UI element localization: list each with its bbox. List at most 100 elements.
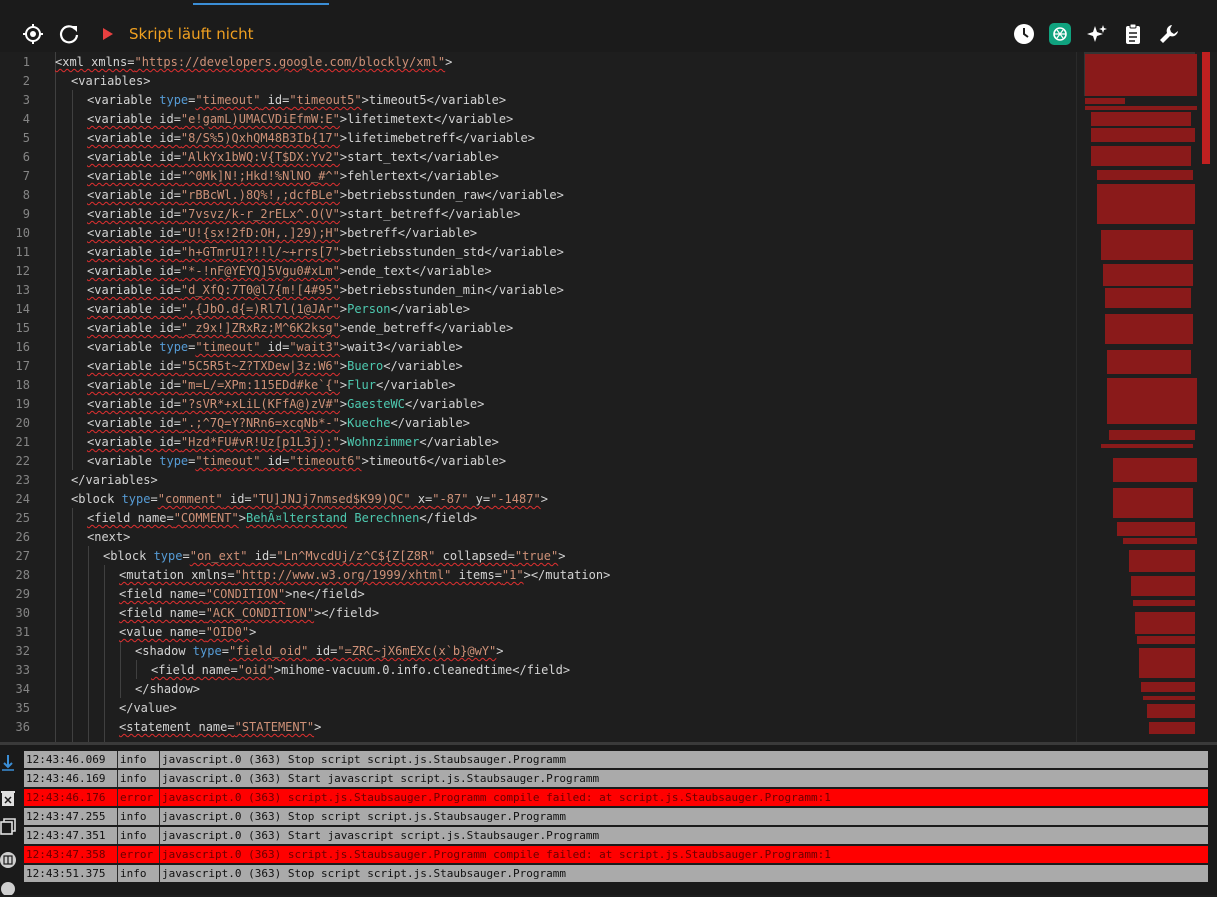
code-line[interactable]: <variable id="5C5R5t~Z?TXDew|3z:W6">Buer… (87, 357, 463, 376)
code-token: </variable> (441, 207, 521, 221)
minimap-line (1109, 430, 1195, 440)
sparkles-icon[interactable] (1086, 23, 1108, 45)
code-token: y= (468, 492, 491, 506)
minimap[interactable] (1076, 52, 1207, 742)
code-line[interactable]: <variable type="timeout" id="timeout5">t… (87, 91, 506, 110)
code-token: </variable> (426, 93, 507, 107)
code-line[interactable]: <value name="OID0"> (119, 623, 256, 642)
line-number: 19 (15, 397, 30, 411)
log-row[interactable]: 12:43:46.176 error javascript.0 (363) scri… (24, 789, 1208, 806)
code-token: ne (292, 587, 307, 601)
code-token: lifetimetext (347, 112, 434, 126)
clipboard-icon[interactable] (1122, 23, 1144, 45)
line-number: 7 (22, 169, 30, 183)
code-line[interactable]: </variables> (71, 471, 158, 490)
code-token: "TU]JNJj7nmsed$K99)QC" (251, 492, 411, 506)
play-icon[interactable] (97, 23, 119, 45)
minimap-line (1107, 350, 1191, 374)
code-line[interactable]: <variables> (71, 72, 150, 91)
code-token: type (121, 492, 151, 506)
code-line[interactable]: <xml xmlns="https://developers.google.co… (55, 53, 452, 72)
code-line[interactable]: <variable type="timeout" id="timeout6">t… (87, 452, 506, 471)
copy-icon[interactable] (0, 817, 16, 837)
code-line[interactable]: <variable id="*-!nF@YEYQ]5Vgu0#xLm">ende… (87, 262, 492, 281)
code-line[interactable]: <variable id="Hzd*FU#vR!Uz[p1L3j):">Wohn… (87, 433, 499, 452)
line-number: 34 (15, 682, 30, 696)
code-token: <field name= (87, 511, 174, 525)
code-line[interactable]: <variable id=",{JbO.d{=)Rl7l(1@JAr">Pers… (87, 300, 470, 319)
line-number: 14 (15, 302, 30, 316)
code-token: id= (260, 454, 290, 468)
code-line[interactable]: <field name="COMMENT">BehÃ¤lterstand Ber… (87, 509, 477, 528)
minimap-line (1137, 636, 1195, 644)
code-token: type (159, 93, 189, 107)
log-row[interactable]: 12:43:46.169 info javascript.0 (363) Start… (24, 770, 1208, 787)
code-line[interactable]: <variable id="d_XfQ:7T0@l7{m![4#95">betr… (87, 281, 564, 300)
minimap-line (1107, 378, 1197, 424)
code-line[interactable]: </shadow> (135, 680, 200, 699)
log-row[interactable]: 12:43:46.069 info javascript.0 (363) Stop … (24, 751, 1208, 768)
line-number: 9 (22, 207, 30, 221)
target-icon[interactable] (22, 23, 44, 45)
log-row[interactable]: 12:43:47.358 error javascript.0 (363) scri… (24, 846, 1208, 863)
code-line[interactable]: <field name="oid">mihome-vacuum.0.info.c… (151, 661, 570, 680)
code-line[interactable]: <mutation xmlns="http://www.w3.org/1999/… (119, 566, 610, 585)
code-token: </variable> (383, 340, 463, 354)
editor-scrollbar[interactable] (1202, 52, 1210, 164)
code-line[interactable]: <shadow type="field_oid" id="=ZRC~jX6mEX… (135, 642, 504, 661)
indent-guide (104, 565, 105, 742)
code-token: "timeout" (195, 340, 261, 354)
code-line[interactable]: <variable id="rBBcWl.)8Q%!,;dcfBLe">betr… (87, 186, 564, 205)
code-token: <variable id= (87, 416, 181, 430)
code-token: fehlertext (347, 169, 420, 183)
code-line[interactable]: <variable id="?sVR*+xLiL(KFfA@)zV#">Gaes… (87, 395, 484, 414)
openai-icon[interactable] (1049, 23, 1071, 45)
code-line[interactable]: <field name="CONDITION">ne</field> (119, 585, 365, 604)
code-line[interactable]: <variable id="7vsvz/k-r_2rELx^.O(V">star… (87, 205, 521, 224)
code-line[interactable]: <block type="on_ext" id="Ln^MvcdUj/z^C${… (103, 547, 565, 566)
line-number-gutter: 1 2 3 4 5 6 7 8 9 10 11 12 13 14 15 16 17 18 19 20 21 22 23 24 2… (0, 52, 44, 742)
log-row[interactable]: 12:43:47.255 info javascript.0 (363) Stop … (24, 808, 1208, 825)
code-area[interactable]: <xml xmlns="https://developers.google.co… (55, 52, 1075, 742)
code-line[interactable]: <variable id="8/S%5)QxhQM48B3Ib{17">life… (87, 129, 535, 148)
code-line[interactable]: </value> (119, 699, 177, 718)
code-token: items= (451, 568, 502, 582)
code-line[interactable]: <variable id="h+GTmrU1?!!l/~+rrs[7">betr… (87, 243, 564, 262)
code-line[interactable]: <variable id="_z9x!]ZRxRz;M^6K2ksg">ende… (87, 319, 513, 338)
link-icon[interactable] (0, 877, 16, 897)
log-message: javascript.0 (363) Stop script script.js… (162, 867, 566, 880)
columns-icon[interactable] (0, 851, 16, 871)
minimap-line (1101, 230, 1193, 260)
code-token: "COMMENT" (173, 511, 239, 525)
code-token: Buero (347, 359, 384, 373)
log-message: javascript.0 (363) Start javascript scri… (162, 829, 600, 842)
code-line[interactable]: <variable id=".;^7Q=Y?NRn6=xcqNb*-">Kuec… (87, 414, 470, 433)
code-line[interactable]: <variable type="timeout" id="wait3">wait… (87, 338, 463, 357)
log-row[interactable]: 12:43:51.375 info javascript.0 (363) Stop … (24, 865, 1208, 882)
code-token: </variable> (383, 359, 463, 373)
code-token: "1" (501, 568, 524, 582)
code-line[interactable]: <variable id="AlkYx1bWQ:V{T$DX:Yv2">star… (87, 148, 499, 167)
minimap-line (1131, 576, 1195, 596)
code-line[interactable]: <variable id="U!{sx!2fD:OH,.]29);H">betr… (87, 224, 477, 243)
code-token: mihome-vacuum.0.info.cleanedtime (281, 663, 513, 677)
code-line[interactable]: <variable id="e!gamL)UMACVDiEfmW:E">life… (87, 110, 513, 129)
code-token: id= (222, 492, 252, 506)
code-token: betriebsstunden_min (347, 283, 485, 297)
code-editor[interactable]: 1 2 3 4 5 6 7 8 9 10 11 12 13 14 15 16 17 18 19 20 21 22 23 24 2… (0, 52, 1217, 742)
wrench-icon[interactable] (1158, 23, 1180, 45)
code-line[interactable]: <variable id="m=L/=XPm:115EDd#ke`{">Flur… (87, 376, 456, 395)
scroll-down-icon[interactable] (0, 753, 16, 773)
code-line[interactable]: <block type="comment" id="TU]JNJj7nmsed$… (71, 490, 548, 509)
clear-log-icon[interactable] (0, 789, 16, 809)
code-line[interactable]: <variable id="^0Mk]N!;Hkd!%NlNO_#^">fehl… (87, 167, 499, 186)
log-row[interactable]: 12:43:47.351 info javascript.0 (363) Start… (24, 827, 1208, 844)
refresh-icon[interactable] (58, 23, 80, 45)
log-time: 12:43:51.375 (24, 865, 118, 882)
clock-icon[interactable] (1013, 23, 1035, 45)
code-line[interactable]: <next> (87, 528, 130, 547)
code-line[interactable]: <statement name="STATEMENT"> (119, 718, 321, 737)
code-token: "h+GTmrU1?!!l/~+rrs[7" (180, 245, 340, 259)
code-token: > (361, 454, 369, 468)
code-line[interactable]: <field name="ACK_CONDITION"></field> (119, 604, 379, 623)
